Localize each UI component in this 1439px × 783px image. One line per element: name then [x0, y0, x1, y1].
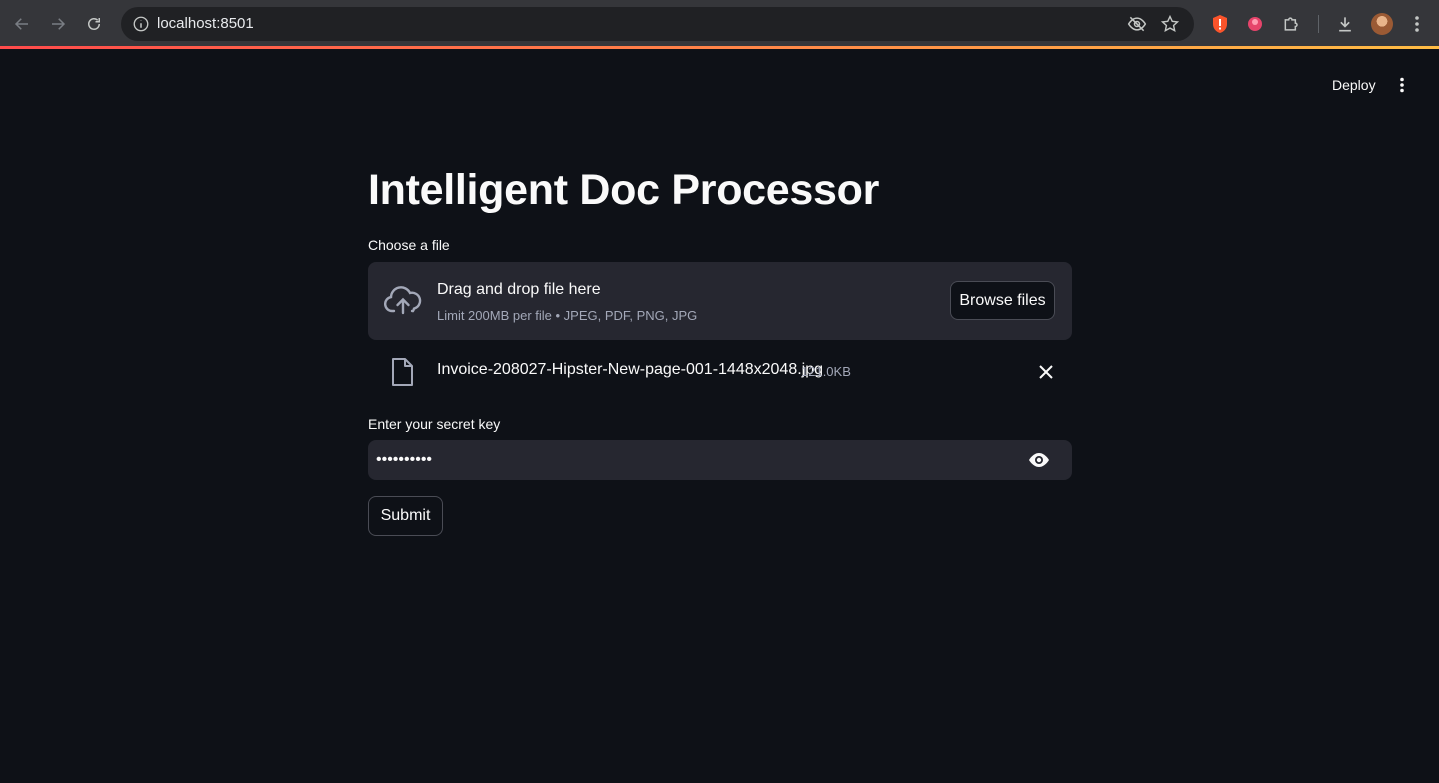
- eye-icon[interactable]: [1024, 448, 1054, 472]
- forward-icon[interactable]: [44, 10, 72, 38]
- uploaded-file-size: 121.0KB: [801, 364, 851, 379]
- uploaded-file-name: Invoice-208027-Hipster-New-page-001-1448…: [437, 361, 824, 378]
- reload-icon[interactable]: [80, 10, 108, 38]
- secret-key-field[interactable]: [368, 440, 1072, 480]
- cloud-upload-icon: [383, 284, 422, 316]
- browse-files-button[interactable]: Browse files: [950, 281, 1055, 320]
- browser-toolbar: localhost:8501: [0, 0, 1439, 48]
- secret-key-input[interactable]: [376, 440, 1016, 480]
- dropzone-title: Drag and drop file here: [437, 281, 601, 298]
- deploy-button[interactable]: Deploy: [1324, 72, 1384, 98]
- download-icon[interactable]: [1332, 11, 1358, 37]
- extension-icon[interactable]: [1242, 11, 1268, 37]
- uploader-label: Choose a file: [368, 237, 450, 253]
- dropzone-limit: Limit 200MB per file • JPEG, PDF, PNG, J…: [437, 308, 698, 323]
- eye-off-icon[interactable]: [1125, 12, 1149, 36]
- brave-shield-icon[interactable]: [1207, 11, 1233, 37]
- profile-avatar[interactable]: [1371, 13, 1393, 35]
- site-info-icon[interactable]: [129, 12, 153, 36]
- puzzle-icon[interactable]: [1279, 11, 1305, 37]
- secret-key-label: Enter your secret key: [368, 416, 501, 432]
- toolbar-divider: [1318, 15, 1319, 33]
- app-decoration-bar: [0, 46, 1439, 49]
- file-icon: [390, 357, 414, 387]
- address-bar[interactable]: localhost:8501: [121, 7, 1194, 41]
- star-icon[interactable]: [1158, 12, 1182, 36]
- menu-kebab-icon[interactable]: [1404, 11, 1430, 37]
- file-dropzone[interactable]: Drag and drop file here Limit 200MB per …: [368, 262, 1072, 340]
- page-title: Intelligent Doc Processor: [368, 166, 880, 214]
- url-text: localhost:8501: [157, 15, 254, 32]
- app-menu-icon[interactable]: [1390, 72, 1414, 98]
- back-icon[interactable]: [8, 10, 36, 38]
- submit-button[interactable]: Submit: [368, 496, 443, 536]
- close-icon[interactable]: [1034, 360, 1058, 384]
